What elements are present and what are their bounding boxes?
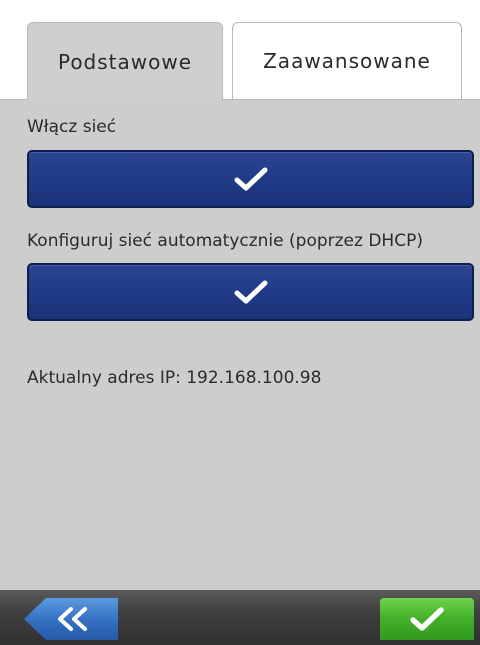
confirm-button[interactable] [380, 598, 474, 640]
enable-network-label: Włącz sieć [27, 117, 117, 137]
dhcp-label: Konfiguruj sieć automatycznie (poprzez D… [27, 231, 423, 251]
tab-advanced[interactable]: Zaawansowane [232, 22, 462, 99]
checkmark-icon [410, 607, 444, 631]
double-chevron-left-icon [58, 607, 87, 631]
bottom-bar [0, 590, 480, 645]
enable-network-toggle[interactable] [27, 150, 474, 208]
tab-bar: Podstawowe Zaawansowane [0, 0, 480, 101]
tab-advanced-label: Zaawansowane [263, 49, 431, 73]
tab-basic[interactable]: Podstawowe [27, 22, 223, 101]
current-ip-text: Aktualny adres IP: 192.168.100.98 [27, 368, 322, 388]
tab-basic-label: Podstawowe [57, 50, 193, 74]
settings-panel: Włącz sieć Konfiguruj sieć automatycznie… [0, 100, 480, 590]
checkmark-icon [234, 167, 267, 191]
network-settings-screen: Podstawowe Zaawansowane Włącz sieć Konfi… [0, 0, 480, 645]
dhcp-toggle[interactable] [27, 263, 474, 321]
back-button[interactable] [24, 598, 118, 640]
checkmark-icon [234, 280, 267, 304]
